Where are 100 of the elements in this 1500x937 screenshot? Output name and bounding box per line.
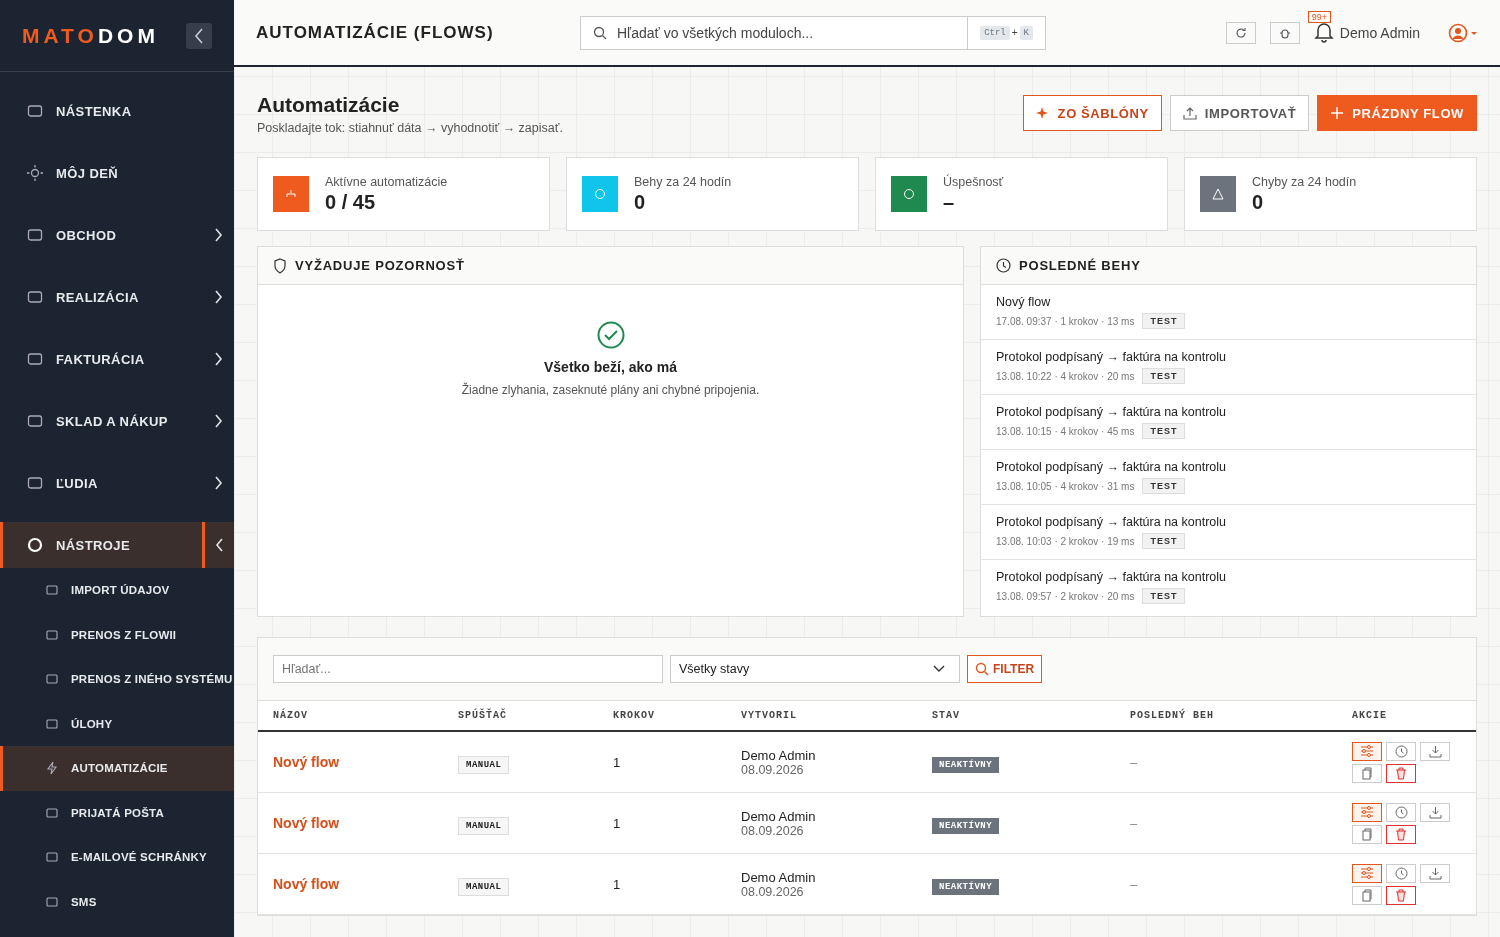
copy-button[interactable] bbox=[1352, 763, 1382, 783]
run-name: Protokol podpísaný → faktúra na kontrolu bbox=[996, 350, 1227, 364]
history-button[interactable] bbox=[1386, 741, 1416, 761]
sidebar-item[interactable]: MÔJ DEŇ bbox=[0, 150, 234, 196]
flow-name-link[interactable]: Nový flow bbox=[273, 815, 340, 831]
sidebar-item[interactable]: REALIZÁCIA bbox=[0, 274, 234, 320]
run-name: Protokol podpísaný → faktúra na kontrolu bbox=[996, 515, 1227, 529]
stat-value: 0 bbox=[634, 190, 647, 214]
history-button[interactable] bbox=[1386, 863, 1416, 883]
download-button[interactable] bbox=[1420, 802, 1450, 822]
sliders-icon bbox=[1360, 867, 1374, 879]
clock-icon bbox=[1394, 744, 1408, 758]
sidebar-subitem[interactable]: PRENOS Z INÉHO SYSTÉMU bbox=[0, 657, 234, 702]
delete-button[interactable] bbox=[1386, 824, 1416, 844]
trash-icon bbox=[1395, 766, 1407, 780]
stat-value: 0 bbox=[1252, 190, 1265, 214]
delete-button[interactable] bbox=[1386, 885, 1416, 905]
search-field[interactable]: Hľadať... bbox=[273, 655, 663, 683]
run-name: Protokol podpísaný → faktúra na kontrolu bbox=[996, 570, 1227, 584]
search-icon bbox=[975, 662, 989, 676]
action-button[interactable]: ZO ŠABLÓNY bbox=[1022, 95, 1162, 131]
global-search-box[interactable]: Hľadať vo všetkých moduloch... Ctrl + K bbox=[580, 15, 1046, 50]
sidebar-item[interactable]: OBCHOD bbox=[0, 212, 234, 258]
settings-button[interactable] bbox=[1352, 802, 1382, 822]
menu-item-icon bbox=[45, 716, 59, 731]
table-cell: 1 bbox=[613, 755, 621, 770]
sidebar-subitem[interactable]: PRIJATÁ POŠTA bbox=[0, 790, 234, 835]
menu-item-icon bbox=[26, 474, 44, 492]
refresh-button[interactable] bbox=[1225, 21, 1256, 44]
panel-title: POSLEDNÉ BEHY bbox=[1019, 258, 1141, 273]
filter-button[interactable]: FILTER bbox=[967, 655, 1043, 683]
upload-icon bbox=[1182, 106, 1197, 120]
column-header: POSLEDNÝ BEH bbox=[1130, 710, 1215, 721]
download-icon bbox=[1428, 805, 1442, 819]
menu-item-icon bbox=[26, 288, 44, 306]
table-cell: – bbox=[1130, 755, 1138, 770]
download-icon bbox=[1428, 866, 1442, 880]
column-header: AKCIE bbox=[1352, 710, 1388, 721]
notification-badge: 99+ bbox=[1307, 10, 1332, 23]
trash-icon bbox=[1395, 888, 1407, 902]
history-button[interactable] bbox=[1386, 802, 1416, 822]
bug-button[interactable] bbox=[1269, 21, 1300, 44]
check-circle-icon bbox=[596, 321, 625, 349]
refresh-icon bbox=[1234, 26, 1247, 39]
clock-icon bbox=[1394, 805, 1408, 819]
download-button[interactable] bbox=[1420, 741, 1450, 761]
sidebar-subitem[interactable]: SMS bbox=[0, 879, 234, 924]
sidebar-subitem[interactable]: PRENOS Z FLOWII bbox=[0, 612, 234, 657]
created-date: 08.09.2026 bbox=[741, 884, 804, 899]
copy-button[interactable] bbox=[1352, 824, 1382, 844]
run-tag: TEST bbox=[1142, 423, 1186, 439]
trash-icon bbox=[1395, 827, 1407, 841]
run-tag: TEST bbox=[1142, 313, 1186, 329]
bell-icon[interactable] bbox=[1313, 20, 1334, 43]
sidebar-item[interactable]: NÁSTROJE bbox=[0, 522, 234, 568]
collapse-button[interactable] bbox=[186, 22, 212, 49]
copy-button[interactable] bbox=[1352, 885, 1382, 905]
bug-icon bbox=[1278, 26, 1291, 39]
page-subtitle: Poskladajte tok: stiahnuť dáta → vyhodnotiť → zapisať. bbox=[257, 121, 563, 135]
column-header: KROKOV bbox=[613, 710, 656, 721]
chevron-left-icon bbox=[194, 27, 204, 44]
user-name: Demo Admin bbox=[1339, 24, 1420, 41]
sidebar-subitem[interactable]: AUTOMATIZÁCIE bbox=[0, 746, 234, 791]
settings-button[interactable] bbox=[1352, 741, 1382, 761]
status-dropdown[interactable]: Všetky stavy bbox=[670, 655, 960, 683]
run-name: Protokol podpísaný → faktúra na kontrolu bbox=[996, 405, 1227, 419]
sidebar-item[interactable]: FAKTURÁCIA bbox=[0, 336, 234, 382]
menu-item-icon bbox=[26, 226, 44, 244]
settings-button[interactable] bbox=[1352, 863, 1382, 883]
menu-item-icon bbox=[45, 627, 59, 642]
download-button[interactable] bbox=[1420, 863, 1450, 883]
delete-button[interactable] bbox=[1386, 763, 1416, 783]
menu-item-icon bbox=[45, 894, 59, 909]
created-date: 08.09.2026 bbox=[741, 823, 804, 838]
clock-icon bbox=[1394, 866, 1408, 880]
shield-icon bbox=[273, 257, 287, 274]
user-icon bbox=[1448, 22, 1478, 43]
clock-icon bbox=[996, 258, 1011, 273]
sidebar-item[interactable]: ĽUDIA bbox=[0, 460, 234, 506]
user-menu-button[interactable] bbox=[1448, 22, 1478, 43]
sidebar-subitem[interactable]: ÚLOHY bbox=[0, 701, 234, 746]
flow-name-link[interactable]: Nový flow bbox=[273, 754, 340, 770]
stat-value: – bbox=[943, 190, 956, 214]
plus-icon bbox=[1330, 106, 1345, 120]
page-title: Automatizácie bbox=[257, 93, 401, 117]
search-icon bbox=[593, 25, 607, 40]
sidebar-item[interactable]: NÁSTENKA bbox=[0, 88, 234, 134]
stat-label: Behy za 24 hodín bbox=[634, 174, 732, 189]
action-button[interactable]: IMPORTOVAŤ bbox=[1169, 95, 1310, 131]
menu-item-icon bbox=[26, 102, 44, 120]
table-cell: 1 bbox=[613, 816, 621, 831]
sidebar-subitem[interactable]: IMPORT ÚDAJOV bbox=[0, 568, 234, 613]
flow-name-link[interactable]: Nový flow bbox=[273, 876, 340, 892]
empty-state-text: Žiadne zlyhania, zaseknuté plány ani chybné pripojenia. bbox=[461, 383, 760, 397]
status-tag: NEAKTÍVNY bbox=[932, 818, 1000, 834]
panel-title: VYŽADUJE POZORNOSŤ bbox=[295, 258, 465, 273]
chevron-icon bbox=[213, 476, 223, 490]
sidebar-item[interactable]: SKLAD A NÁKUP bbox=[0, 398, 234, 444]
status-tag: NEAKTÍVNY bbox=[932, 879, 1000, 895]
sidebar-subitem[interactable]: E-MAILOVÉ SCHRÁNKY bbox=[0, 835, 234, 880]
